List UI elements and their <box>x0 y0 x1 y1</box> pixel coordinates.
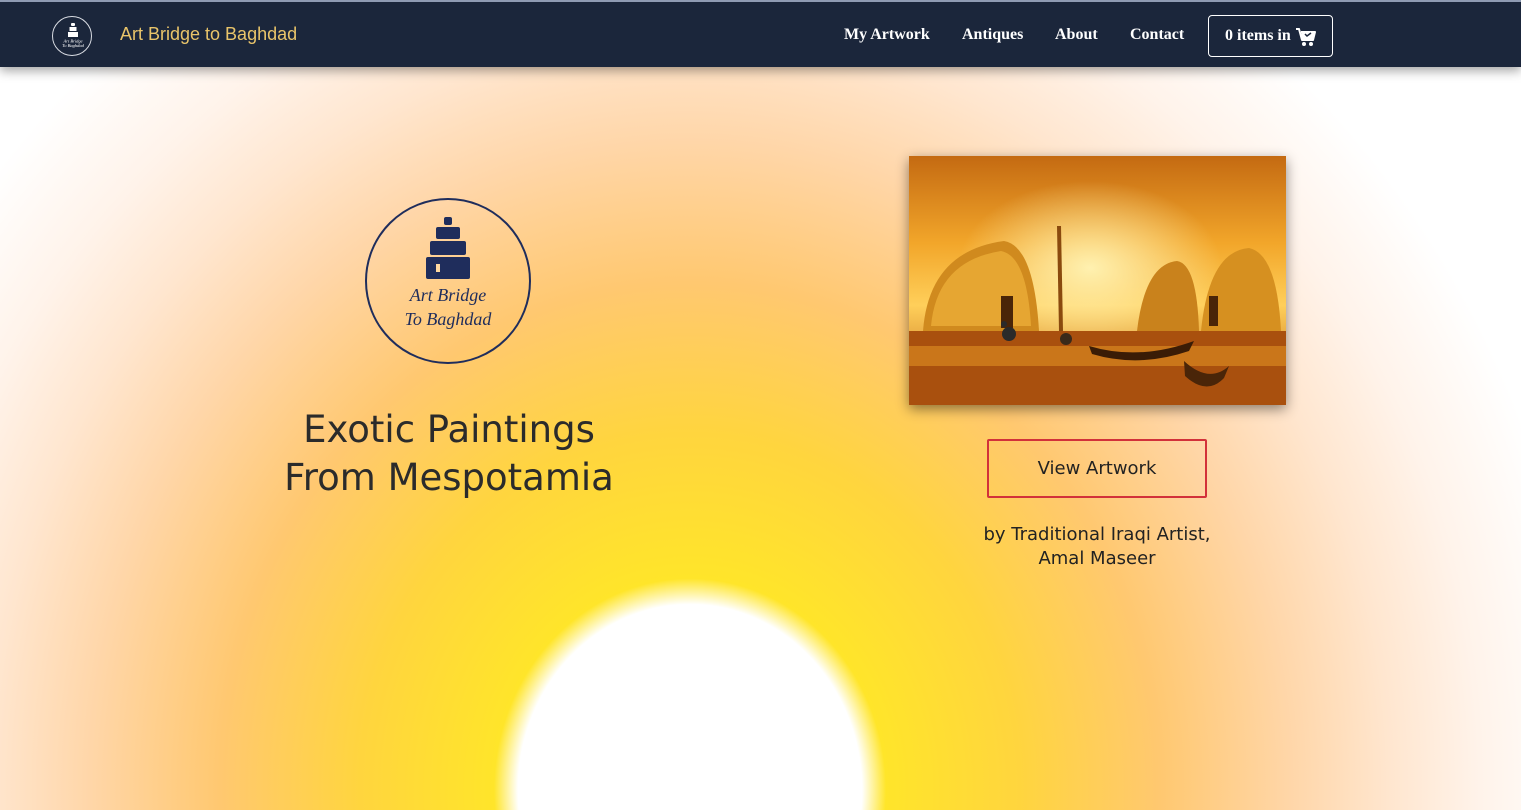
ziggurat-icon: Art Bridge To Baghdad <box>62 23 85 48</box>
nav-link-contact[interactable]: Contact <box>1130 26 1184 44</box>
nav-link-my-artwork[interactable]: My Artwork <box>844 26 930 44</box>
hero-logo-line-2: To Baghdad <box>405 309 493 329</box>
cart-count-label: 0 items in <box>1225 27 1291 44</box>
reed-houses-painting <box>909 156 1286 405</box>
brand-logo[interactable]: Art Bridge To Baghdad <box>52 16 92 56</box>
hero-logo: Art Bridge To Baghdad <box>365 198 531 364</box>
brand-name[interactable]: Art Bridge to Baghdad <box>120 24 297 45</box>
artist-caption: by Traditional Iraqi Artist, Amal Maseer <box>937 523 1257 571</box>
hero-title: Exotic Paintings From Mespotamia <box>249 406 649 502</box>
artist-caption-line-1: by Traditional Iraqi Artist, <box>983 524 1211 545</box>
view-artwork-button[interactable]: View Artwork <box>987 439 1207 498</box>
ziggurat-icon <box>426 217 470 279</box>
hero-logo-line-1: Art Bridge <box>409 285 487 305</box>
hero-title-line-2: From Mespotamia <box>284 456 614 499</box>
hero-title-line-1: Exotic Paintings <box>303 408 595 451</box>
top-navbar: Art Bridge To Baghdad Art Bridge to Bagh… <box>0 0 1521 67</box>
shopping-cart-icon <box>1296 28 1316 46</box>
artist-caption-line-2: Amal Maseer <box>1038 548 1156 569</box>
nav-link-antiques[interactable]: Antiques <box>962 26 1023 44</box>
nav-link-about[interactable]: About <box>1055 26 1098 44</box>
cart-button[interactable]: 0 items in <box>1208 15 1333 57</box>
brand-logo-line-2: To Baghdad <box>62 43 84 48</box>
featured-painting[interactable] <box>909 156 1286 405</box>
